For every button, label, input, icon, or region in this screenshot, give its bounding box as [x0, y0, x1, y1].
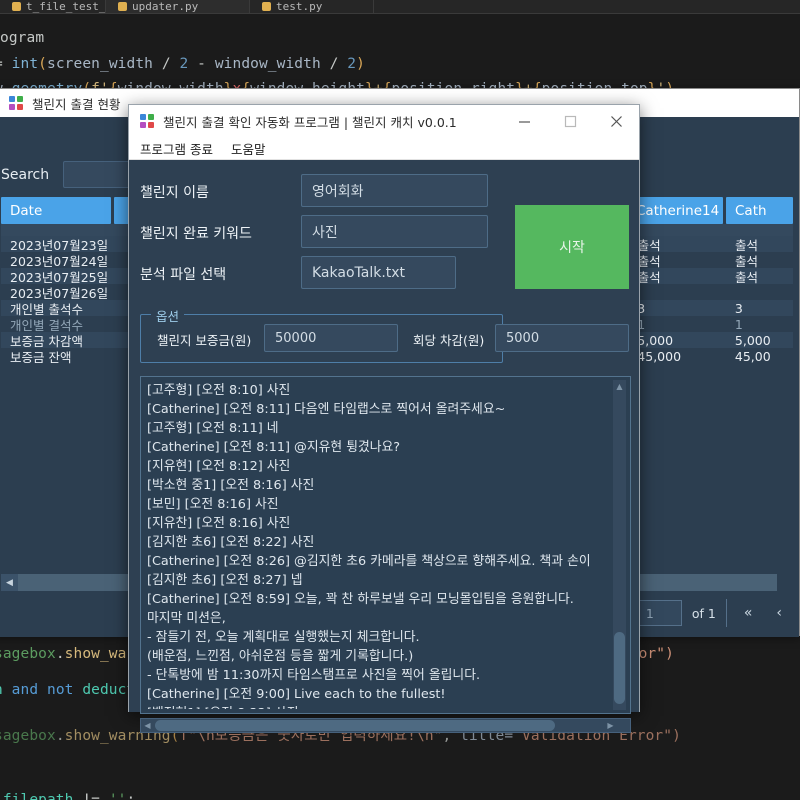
challenge-name-input[interactable]: 영어회화	[301, 174, 488, 207]
prev-page-button[interactable]: ‹	[769, 605, 789, 621]
bgwin-title-text: 챌린지 출결 현황	[32, 94, 120, 113]
page-number-input[interactable]: 1	[638, 600, 682, 626]
chat-log-text: [고주형] [오전 8:10] 사진 [Catherine] [오전 8:11]…	[147, 381, 608, 709]
keyword-input[interactable]: 사진	[301, 215, 488, 248]
dialog-body: 챌린지 이름 영어회화 챌린지 완료 키워드 사진 분석 파일 선택 Kakao…	[129, 160, 639, 712]
cell-c14	[629, 284, 723, 300]
python-file-icon	[12, 2, 21, 11]
python-file-icon	[118, 2, 127, 11]
app-logo-icon	[140, 114, 155, 129]
file-path-input[interactable]: KakaoTalk.txt	[301, 256, 456, 289]
table-pagination: 1 of 1 « ‹	[638, 593, 793, 633]
challenge-name-label: 챌린지 이름	[140, 182, 209, 202]
dialog-menubar: 프로그램 종료 도움말	[129, 137, 639, 160]
options-groupbox: 옵션 챌린지 보증금(원) 50000 회당 차감(원) 5000	[140, 314, 503, 363]
deposit-input[interactable]: 50000	[264, 324, 398, 352]
cell-c15: 45,00	[726, 348, 793, 364]
code-line: _filepath != '':	[0, 792, 135, 800]
keyword-label: 챌린지 완료 키워드	[140, 223, 252, 243]
column-header-catherine15[interactable]: Cath	[726, 197, 793, 224]
scroll-left-icon[interactable]: ◀	[141, 719, 154, 732]
hscroll-thumb[interactable]	[155, 720, 555, 731]
cell-c14: 45,000	[628, 348, 723, 364]
editor-tab-label: t_file_test_final.py	[26, 0, 106, 13]
chat-log-horizontal-scrollbar[interactable]: ◀ ▶	[140, 718, 631, 733]
editor-tab-0[interactable]: t_file_test_final.py	[0, 0, 106, 13]
python-file-icon	[262, 2, 271, 11]
dialog-titlebar[interactable]: 챌린지 출결 확인 자동화 프로그램 | 챌린지 캐치 v0.0.1	[129, 105, 639, 137]
scroll-right-icon[interactable]: ▶	[604, 719, 617, 732]
cell-c14: 5,000	[628, 332, 723, 348]
cell-c15: 1	[726, 316, 793, 332]
code-line: n and not deduct	[0, 682, 135, 698]
dialog-title: 챌린지 출결 확인 자동화 프로그램 | 챌린지 캐치 v0.0.1	[163, 112, 493, 131]
close-icon[interactable]	[593, 105, 639, 137]
code-line: ogram	[0, 30, 44, 46]
editor-tab-1[interactable]: updater.py	[106, 0, 250, 13]
first-page-button[interactable]: «	[737, 605, 760, 621]
page-total-label: of 1	[692, 606, 716, 621]
chat-log-box[interactable]: [고주형] [오전 8:10] 사진 [Catherine] [오전 8:11]…	[140, 376, 631, 714]
start-button[interactable]: 시작	[515, 205, 629, 289]
editor-tab-bar: t_file_test_final.py updater.py test.py	[0, 0, 800, 14]
code-line: = int(screen_width / 2 - window_width / …	[0, 56, 365, 72]
challenge-name-row: 챌린지 이름	[140, 182, 209, 202]
penalty-input[interactable]: 5000	[495, 324, 629, 352]
cell-c14: 출석	[629, 268, 723, 284]
cell-c14: 1	[628, 316, 723, 332]
scroll-up-icon[interactable]: ▲	[613, 380, 626, 392]
vscroll-thumb[interactable]	[614, 632, 625, 704]
column-header-date[interactable]: Date	[1, 197, 111, 224]
menu-item-help[interactable]: 도움말	[231, 139, 266, 158]
cell-c14: 3	[628, 300, 723, 316]
cell-label: 보증금 잔액	[1, 348, 111, 364]
challenge-catch-dialog[interactable]: 챌린지 출결 확인 자동화 프로그램 | 챌린지 캐치 v0.0.1 프로그램 …	[128, 104, 640, 712]
penalty-label: 회당 차감(원)	[413, 330, 484, 349]
editor-tab-label: updater.py	[132, 0, 198, 13]
maximize-icon[interactable]	[547, 105, 593, 137]
search-label: Search	[1, 167, 49, 183]
app-logo-icon	[9, 96, 24, 111]
keyword-row: 챌린지 완료 키워드	[140, 223, 252, 243]
menu-item-exit[interactable]: 프로그램 종료	[140, 139, 213, 158]
editor-tab-label: test.py	[276, 0, 322, 13]
start-button-label: 시작	[559, 237, 585, 257]
chat-log-vertical-scrollbar[interactable]: ▲	[613, 380, 626, 710]
window-controls	[501, 105, 639, 137]
scroll-left-icon[interactable]: ◀	[1, 574, 18, 591]
file-select-row: 분석 파일 선택	[140, 264, 226, 284]
minimize-icon[interactable]	[501, 105, 547, 137]
cell-c15: 5,000	[726, 332, 793, 348]
file-select-label: 분석 파일 선택	[140, 264, 226, 284]
options-group-title: 옵션	[151, 306, 184, 325]
cell-c15: 출석	[726, 268, 793, 284]
editor-tab-2[interactable]: test.py	[250, 0, 374, 13]
cell-c15	[726, 284, 793, 300]
pager-divider	[726, 599, 727, 627]
deposit-label: 챌린지 보증금(원)	[157, 330, 251, 349]
cell-c15: 3	[726, 300, 793, 316]
column-header-catherine14[interactable]: Catherine14	[627, 197, 723, 224]
